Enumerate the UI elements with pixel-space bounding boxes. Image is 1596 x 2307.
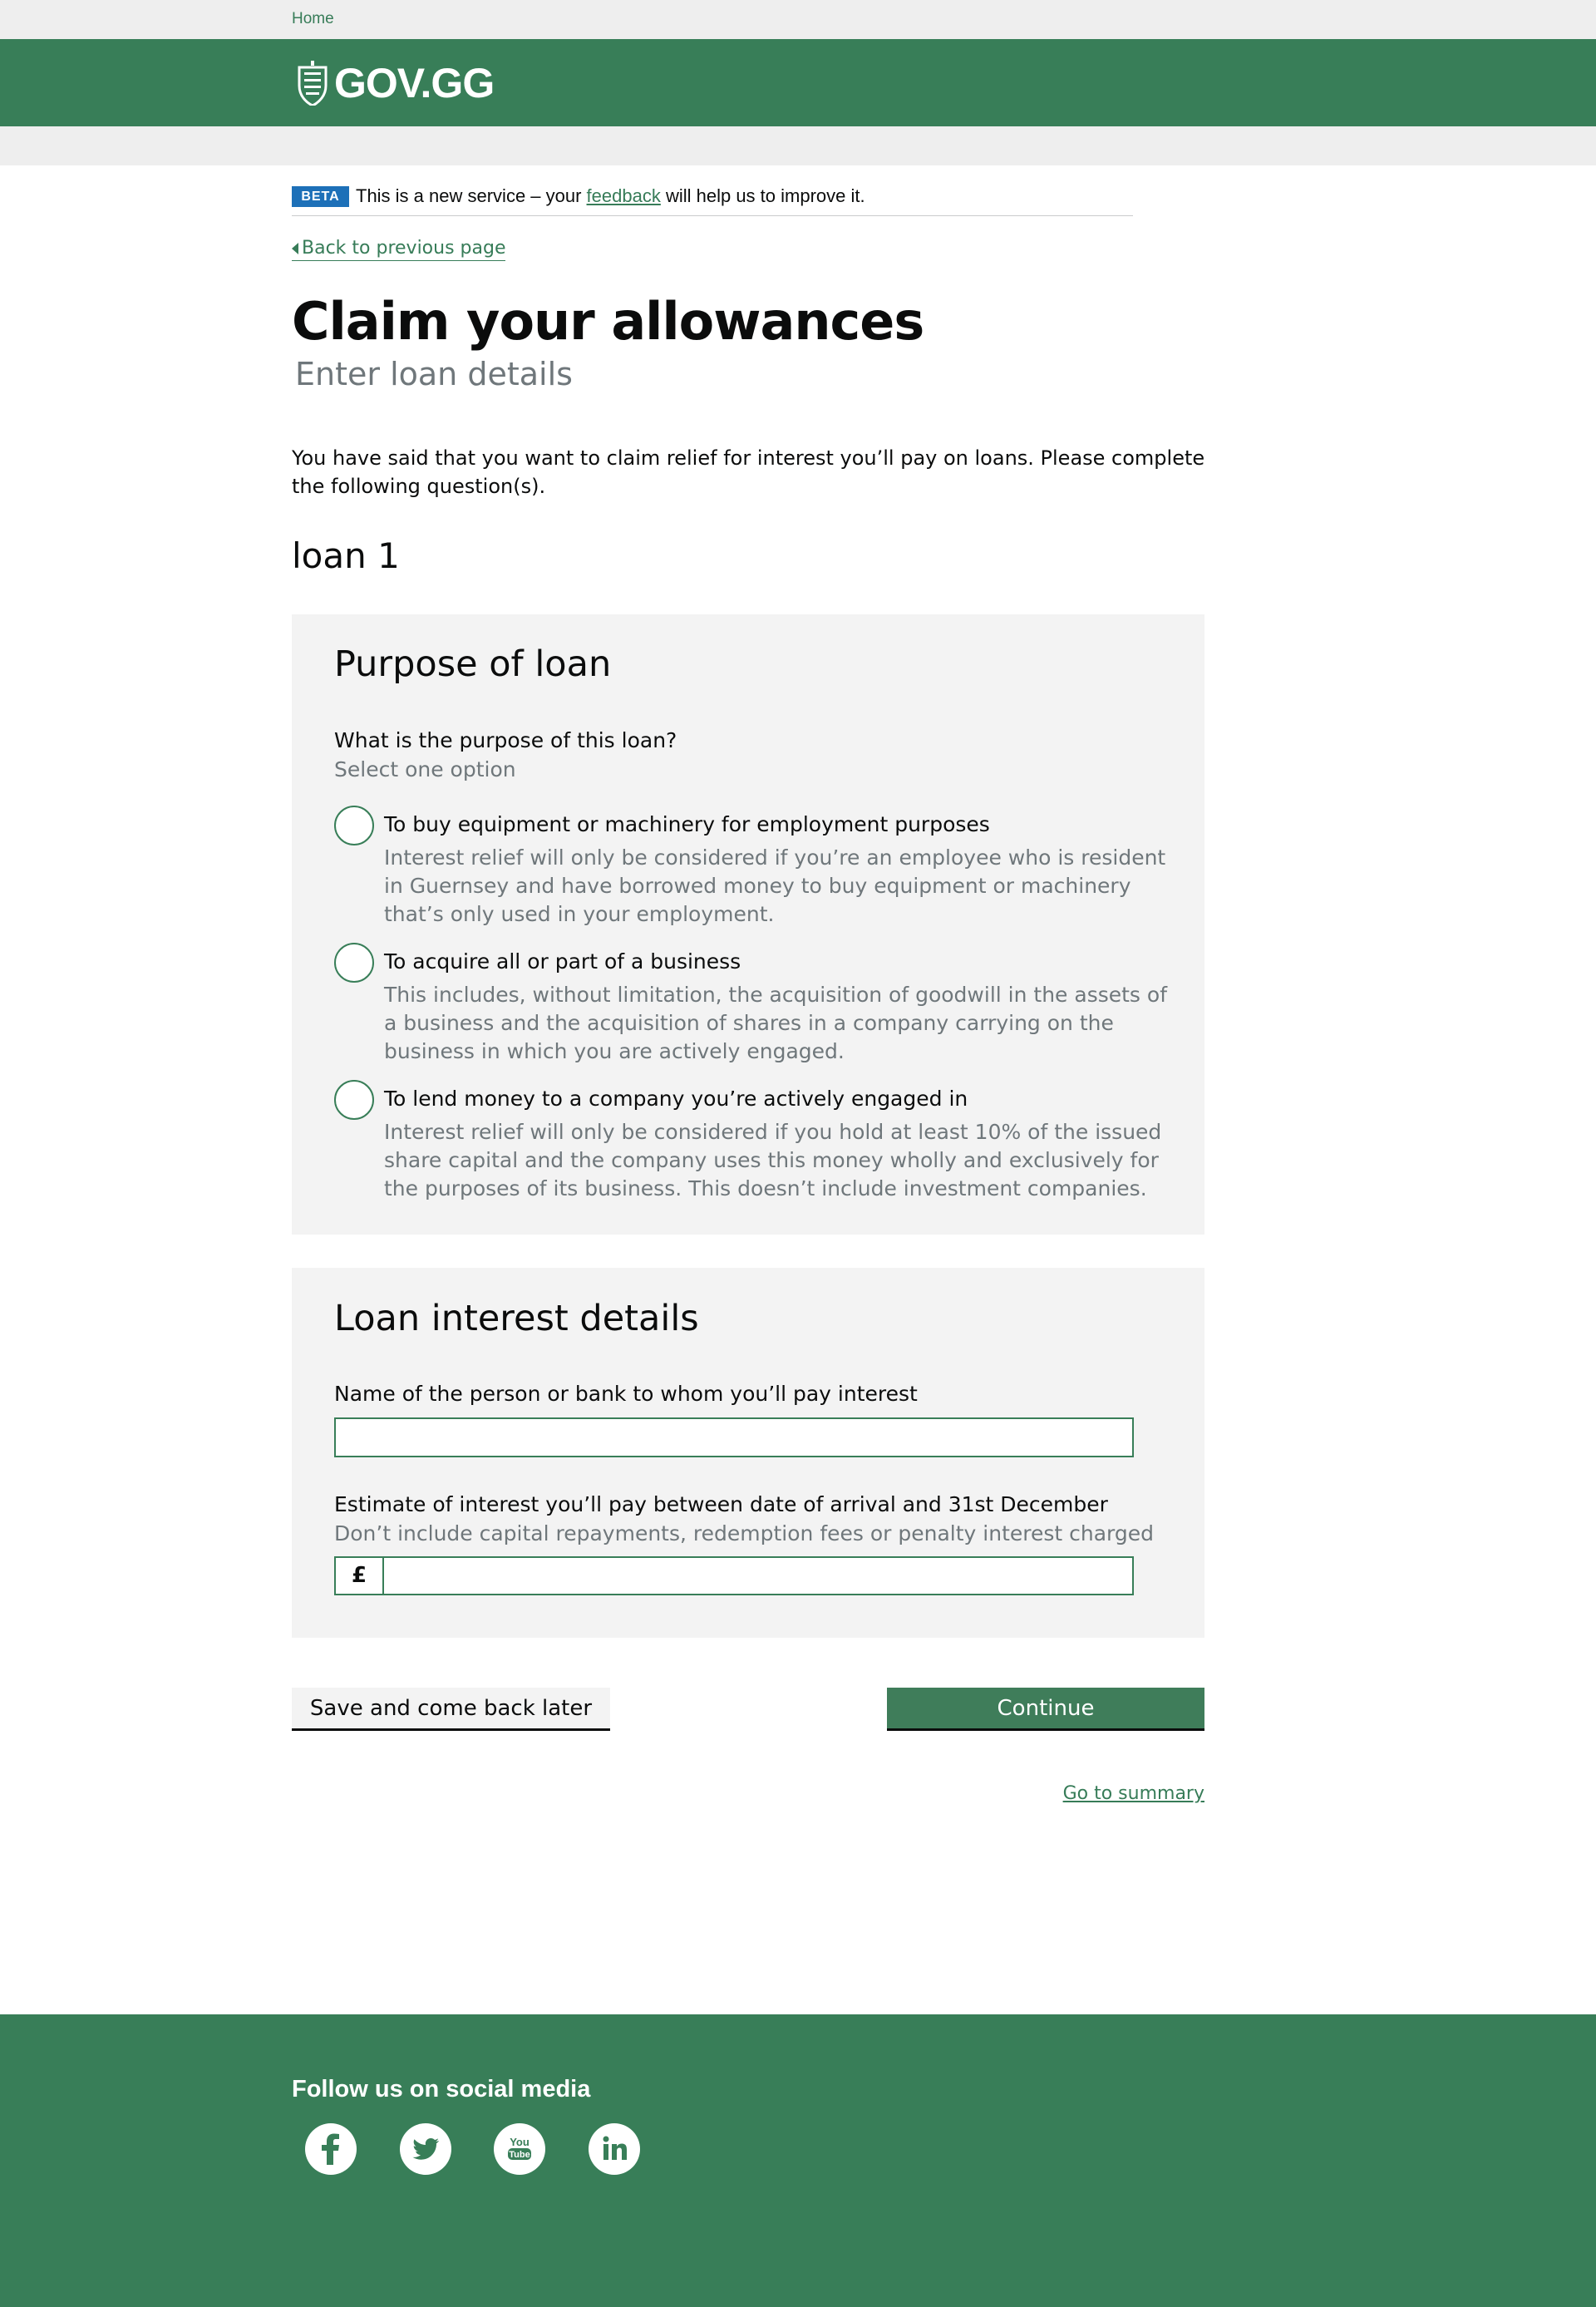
interest-estimate-field: £ (334, 1556, 1134, 1595)
facebook-icon (322, 2133, 339, 2165)
loan-interest-panel: Loan interest details Name of the person… (292, 1268, 1204, 1638)
save-and-come-back-button[interactable]: Save and come back later (292, 1688, 610, 1731)
interest-estimate-label: Estimate of interest you’ll pay between … (334, 1492, 1108, 1516)
svg-text:You: You (510, 2136, 530, 2148)
home-link[interactable]: Home (292, 10, 334, 28)
gov-gg-logo[interactable]: GOV.GG (296, 59, 495, 107)
social-heading: Follow us on social media (292, 2076, 591, 2102)
radio-label[interactable]: To lend money to a company you’re active… (384, 1087, 968, 1111)
go-to-summary-link[interactable]: Go to summary (1063, 1783, 1204, 1804)
radio-button[interactable] (334, 1080, 374, 1120)
feedback-link[interactable]: feedback (587, 185, 661, 206)
crest-icon (298, 61, 328, 106)
purpose-of-loan-panel: Purpose of loan What is the purpose of t… (292, 614, 1204, 1235)
linkedin-icon (603, 2136, 627, 2160)
youtube-icon: You Tube (508, 2136, 531, 2160)
radio-hint: Interest relief will only be considered … (384, 845, 1166, 926)
beta-tag: BETA (292, 186, 349, 207)
intro-text: You have said that you want to claim rel… (292, 446, 1205, 498)
page-subtitle: Enter loan details (295, 356, 573, 392)
header-sub-bar (0, 126, 1596, 165)
beta-message: This is a new service – your feedback wi… (356, 185, 865, 206)
continue-button[interactable]: Continue (887, 1688, 1204, 1731)
site-header: GOV.GG (0, 39, 1596, 126)
interest-heading: Loan interest details (334, 1298, 699, 1339)
radio-hint: This includes, without limitation, the a… (384, 983, 1167, 1063)
lender-name-input[interactable] (334, 1417, 1134, 1457)
page-title: Claim your allowances (292, 291, 924, 352)
loan-heading: loan 1 (292, 535, 400, 576)
back-link-label: Back to previous page (302, 238, 506, 259)
interest-estimate-hint: Don’t include capital repayments, redemp… (334, 1521, 1154, 1545)
currency-prefix: £ (336, 1558, 384, 1594)
radio-label[interactable]: To buy equipment or machinery for employ… (384, 812, 990, 836)
purpose-hint: Select one option (334, 757, 516, 781)
facebook-link[interactable] (305, 2123, 357, 2175)
youtube-link[interactable]: You Tube (494, 2123, 545, 2175)
lender-name-label: Name of the person or bank to whom you’l… (334, 1382, 918, 1406)
radio-label[interactable]: To acquire all or part of a business (384, 949, 741, 974)
purpose-question: What is the purpose of this loan? (334, 728, 677, 752)
twitter-icon (412, 2138, 440, 2160)
purpose-heading: Purpose of loan (334, 643, 612, 685)
top-navigation-bar: Home (0, 0, 1596, 39)
caret-left-icon (292, 242, 298, 254)
radio-button[interactable] (334, 943, 374, 983)
radio-hint: Interest relief will only be considered … (384, 1120, 1162, 1200)
svg-text:Tube: Tube (509, 2150, 530, 2160)
logo-text: GOV.GG (334, 60, 495, 106)
linkedin-link[interactable] (589, 2123, 640, 2175)
radio-button[interactable] (334, 806, 374, 845)
beta-banner: BETA This is a new service – your feedba… (292, 185, 1133, 216)
interest-estimate-input[interactable] (384, 1558, 1132, 1594)
twitter-link[interactable] (400, 2123, 451, 2175)
site-footer: Follow us on social media You Tube (0, 2014, 1596, 2307)
back-link[interactable]: Back to previous page (292, 238, 506, 261)
